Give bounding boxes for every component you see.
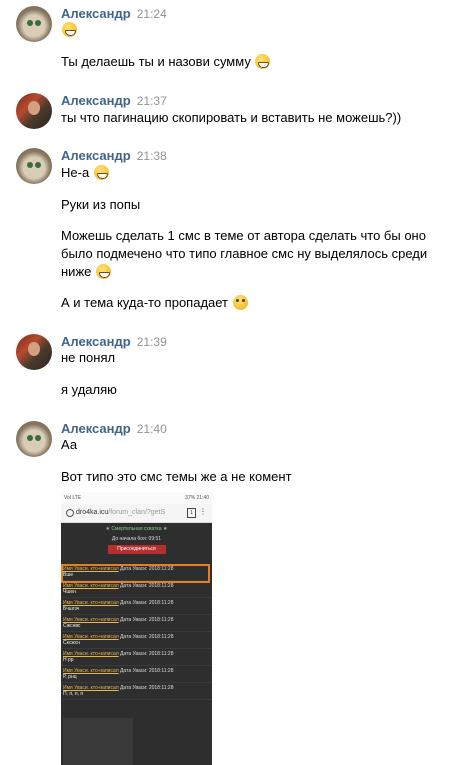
join-button: Присоединиться bbox=[107, 545, 166, 554]
message-text: было подмечено что типо главное смс ну в… bbox=[61, 246, 428, 261]
forum-title: ★ Смертельная схватка ★ bbox=[105, 526, 168, 532]
message-header: Александр 21:24 bbox=[61, 6, 167, 22]
message-text: Аа bbox=[61, 437, 78, 452]
grinning-face-emoji bbox=[93, 165, 109, 180]
message-text: я удаляю bbox=[61, 382, 117, 397]
message-text bbox=[61, 21, 77, 39]
photo-avatar[interactable] bbox=[16, 93, 52, 129]
status-left: Vol LTE bbox=[64, 495, 82, 501]
message-time[interactable]: 21:37 bbox=[137, 94, 167, 108]
author-name[interactable]: Александр bbox=[61, 93, 131, 108]
message-text: Руки из попы bbox=[61, 197, 141, 212]
flushed-face-emoji bbox=[232, 295, 248, 310]
message-header: Александр 21:37 bbox=[61, 93, 167, 109]
status-right: 37% 21:40 bbox=[185, 495, 209, 501]
phone-status-bar: Vol LTE 37% 21:40 bbox=[61, 492, 212, 504]
dark-panel bbox=[63, 718, 133, 765]
highlight-frame bbox=[61, 564, 210, 583]
forum-post: Имя Уваси. кто-написал Дата Уваси: 2018:… bbox=[62, 615, 212, 632]
message-text: Не-а bbox=[61, 164, 109, 182]
message-time[interactable]: 21:38 bbox=[137, 149, 167, 163]
url-text: dro4ka.icu/forum_clan/?getS bbox=[76, 509, 166, 516]
forum-post: Имя Уваси. кто-написал Дата Уваси: 2018:… bbox=[62, 581, 212, 598]
forum-post: Имя Уваси. кто-написал Дата Уваси: 2018:… bbox=[62, 598, 212, 615]
message-text: Вот типо это смс темы же а не комент bbox=[61, 469, 292, 484]
message-header: Александр 21:38 bbox=[61, 148, 167, 164]
message-text: Можешь сделать 1 смс в теме от автора сд… bbox=[61, 228, 426, 243]
more-vertical-icon: ⋮ bbox=[199, 507, 207, 516]
author-name[interactable]: Александр bbox=[61, 6, 131, 21]
message-text: А и тема куда-то пропадает bbox=[61, 294, 248, 312]
grinning-face-emoji bbox=[62, 22, 77, 37]
forum-post: Имя Уваси. кто-написал Дата Уваси: 2018:… bbox=[62, 683, 212, 700]
grinning-face-emoji bbox=[255, 54, 271, 69]
browser-url-bar: dro4ka.icu/forum_clan/?getS 1 ⋮ bbox=[61, 504, 212, 523]
grinning-face-emoji bbox=[96, 264, 111, 279]
message-header: Александр 21:39 bbox=[61, 334, 167, 350]
message-text: Ты делаешь ты и назови сумму bbox=[61, 53, 271, 71]
forum-post: Имя Уваси. кто-написал Дата Уваси: 2018:… bbox=[62, 666, 212, 683]
forum-timer: До начала боя: 09:51 bbox=[111, 536, 162, 542]
cat-avatar[interactable] bbox=[16, 6, 52, 42]
cat-avatar[interactable] bbox=[16, 148, 52, 184]
forum-post: Имя Уваси. кто-написал Дата Уваси: 2018:… bbox=[62, 632, 212, 649]
tabs-icon: 1 bbox=[187, 508, 196, 518]
author-name[interactable]: Александр bbox=[61, 421, 131, 436]
message-text: не понял bbox=[61, 350, 116, 365]
message-text: ниже bbox=[61, 263, 111, 281]
message-time[interactable]: 21:39 bbox=[137, 335, 167, 349]
info-icon bbox=[66, 509, 74, 517]
message-time[interactable]: 21:40 bbox=[137, 422, 167, 436]
forum-page: ★ Смертельная схватка ★ До начала боя: 0… bbox=[61, 523, 212, 765]
message-text: ты что пагинацию скопировать и вставить … bbox=[61, 110, 402, 125]
message-header: Александр 21:40 bbox=[61, 421, 167, 437]
cat-avatar[interactable] bbox=[16, 421, 52, 457]
author-name[interactable]: Александр bbox=[61, 148, 131, 163]
message-time[interactable]: 21:24 bbox=[137, 7, 167, 21]
photo-avatar[interactable] bbox=[16, 334, 52, 370]
author-name[interactable]: Александр bbox=[61, 334, 131, 349]
forum-post: Имя Уваси. кто-написал Дата Уваси: 2018:… bbox=[62, 649, 212, 666]
screenshot-attachment[interactable]: Vol LTE 37% 21:40 dro4ka.icu/forum_clan/… bbox=[61, 492, 212, 765]
